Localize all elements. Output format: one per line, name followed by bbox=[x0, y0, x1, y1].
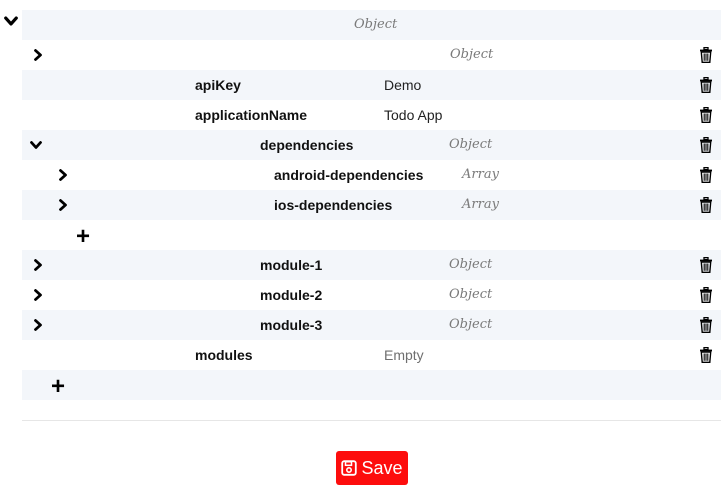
delete-trash-icon[interactable] bbox=[699, 47, 713, 63]
ios-dependencies-row: ios-dependencies Array bbox=[22, 190, 721, 220]
modules-row: modules Empty bbox=[22, 340, 721, 370]
save-icon bbox=[341, 460, 358, 476]
root-type-label: Object bbox=[354, 17, 398, 32]
delete-trash-icon[interactable] bbox=[699, 287, 713, 303]
delete-trash-icon[interactable] bbox=[699, 107, 713, 123]
module-2-row: module-2 Object bbox=[22, 280, 721, 310]
add-dependency-plus-icon[interactable]: + bbox=[76, 222, 90, 252]
object-type-label: Object bbox=[450, 47, 494, 62]
save-button-label: Save bbox=[361, 457, 403, 478]
delete-trash-icon[interactable] bbox=[699, 257, 713, 273]
add-root-row: + bbox=[22, 370, 721, 400]
expand-chevron-right-icon[interactable] bbox=[32, 49, 44, 61]
expand-chevron-right-icon[interactable] bbox=[57, 169, 69, 181]
delete-trash-icon[interactable] bbox=[699, 167, 713, 183]
collapse-chevron-down-icon[interactable] bbox=[30, 139, 42, 151]
expand-chevron-right-icon[interactable] bbox=[57, 199, 69, 211]
android-dependencies-key[interactable]: android-dependencies bbox=[274, 160, 423, 190]
ios-dependencies-key[interactable]: ios-dependencies bbox=[274, 190, 392, 220]
module-1-type-label: Object bbox=[449, 257, 493, 272]
apikey-value[interactable]: Demo bbox=[384, 70, 421, 100]
expand-chevron-right-icon[interactable] bbox=[32, 289, 44, 301]
android-dependencies-row: android-dependencies Array bbox=[22, 160, 721, 190]
module-3-key[interactable]: module-3 bbox=[260, 310, 322, 340]
add-root-plus-icon[interactable]: + bbox=[51, 372, 65, 402]
apikey-row: apiKey Demo bbox=[22, 70, 721, 100]
dependencies-row: dependencies Object bbox=[22, 130, 721, 160]
module-1-row: module-1 Object bbox=[22, 250, 721, 280]
delete-trash-icon[interactable] bbox=[699, 317, 713, 333]
expand-chevron-right-icon[interactable] bbox=[32, 319, 44, 331]
applicationname-key[interactable]: applicationName bbox=[195, 100, 307, 130]
apikey-key[interactable]: apiKey bbox=[195, 70, 241, 100]
object-row: Object bbox=[22, 40, 721, 70]
delete-trash-icon[interactable] bbox=[699, 197, 713, 213]
applicationname-value[interactable]: Todo App bbox=[384, 100, 442, 130]
root-collapse-chevron-down-icon[interactable] bbox=[4, 14, 18, 28]
expand-chevron-right-icon[interactable] bbox=[32, 259, 44, 271]
delete-trash-icon[interactable] bbox=[699, 347, 713, 363]
modules-key[interactable]: modules bbox=[195, 340, 253, 370]
module-3-type-label: Object bbox=[449, 317, 493, 332]
delete-trash-icon[interactable] bbox=[699, 137, 713, 153]
root-object-row: Object bbox=[22, 10, 721, 40]
applicationname-row: applicationName Todo App bbox=[22, 100, 721, 130]
module-2-type-label: Object bbox=[449, 287, 493, 302]
android-dependencies-type-label: Array bbox=[462, 167, 499, 182]
module-1-key[interactable]: module-1 bbox=[260, 250, 322, 280]
module-2-key[interactable]: module-2 bbox=[260, 280, 322, 310]
module-3-row: module-3 Object bbox=[22, 310, 721, 340]
modules-value[interactable]: Empty bbox=[384, 340, 424, 370]
dependencies-key[interactable]: dependencies bbox=[260, 130, 353, 160]
save-button[interactable]: Save bbox=[336, 451, 408, 485]
divider bbox=[22, 420, 721, 421]
dependencies-type-label: Object bbox=[449, 137, 493, 152]
ios-dependencies-type-label: Array bbox=[462, 197, 499, 212]
delete-trash-icon[interactable] bbox=[699, 77, 713, 93]
